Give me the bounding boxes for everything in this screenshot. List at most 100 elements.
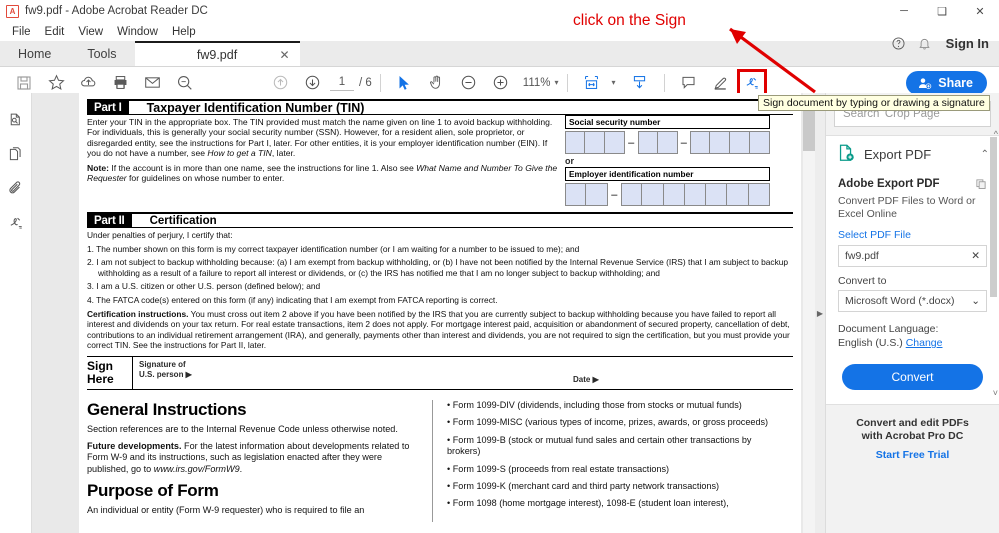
document-language-value: English (U.S.) [838,337,903,349]
pages-icon[interactable] [0,137,31,171]
future-developments-url[interactable]: www.irs.gov/FormW9 [154,464,240,474]
export-pdf-header[interactable]: Export PDF ⌃ [826,136,999,172]
zoom-dropdown-caret-icon[interactable]: ▾ [555,78,559,87]
future-developments: Future developments. For the latest info… [87,441,418,475]
selected-file-input[interactable]: fw9.pdf ✕ [838,245,987,267]
tab-home[interactable]: Home [0,41,69,66]
panel-collapse-handle[interactable]: ▶ [815,93,825,533]
page-fit-caret-icon[interactable]: ▾ [612,78,616,87]
copy-icon[interactable] [975,178,987,193]
panel-scroll-down-icon[interactable]: ˅ [993,388,998,398]
pdf-page: Part I Taxpayer Identification Number (T… [79,93,801,533]
help-icon[interactable] [886,36,912,51]
ssn-cell[interactable] [585,131,605,154]
ssn-dash: – [628,136,635,149]
share-button-label: Share [938,76,973,90]
part1-note: Note: If the account is in more than one… [87,163,559,184]
part1-content: Enter your TIN in the appropriate box. T… [87,115,793,206]
tab-tools[interactable]: Tools [69,41,134,66]
ein-cell[interactable] [642,183,664,206]
ein-cell[interactable] [586,183,608,206]
ein-cell[interactable] [684,183,707,206]
ein-cell[interactable] [748,183,770,206]
menu-item-view[interactable]: View [71,25,110,39]
purpose-of-form-text: An individual or entity (Form W-9 reques… [87,504,365,515]
sign-icon[interactable] [0,205,31,239]
forms-list-item: • Form 1099-S (proceeds from real estate… [447,463,670,474]
page-navigation: / 6 [330,74,372,91]
select-pdf-file-link[interactable]: Select PDF File [838,229,987,241]
document-language: Document Language: English (U.S.) Change [838,322,987,350]
or-separator: or [565,156,574,166]
general-instructions-p1: Section references are to the Internal R… [87,423,398,434]
page-number-input[interactable] [330,74,354,91]
ssn-cell[interactable] [604,131,625,154]
sign-in-button[interactable]: Sign In [946,36,989,51]
ssn-cell[interactable] [690,131,711,154]
part2-item-1: 1. The number shown on this form is my c… [87,243,580,254]
panel-scrollbar-thumb[interactable] [990,137,997,297]
menu-item-file[interactable]: File [5,25,38,39]
ssn-dash-2: – [680,136,687,149]
date-label: Date ▶ [573,374,599,384]
ssn-cell[interactable] [730,131,751,154]
part2-title: Certification [149,214,217,227]
share-button[interactable]: Share [906,71,987,95]
close-tab-icon[interactable]: ✕ [279,48,289,62]
export-pdf-card: Export PDF ⌃ Adobe Export PDF Convert PD… [826,129,999,405]
clear-file-icon[interactable]: ✕ [971,250,980,262]
maximize-button[interactable]: ❑ [923,0,961,22]
export-pdf-title: Export PDF [864,146,932,162]
ssn-cell[interactable] [565,131,586,154]
page-thumbnails-icon[interactable] [0,103,31,137]
bell-icon[interactable] [912,36,938,51]
workspace: Part I Taxpayer Identification Number (T… [0,93,999,533]
close-button[interactable]: ✕ [961,0,999,22]
minimize-button[interactable]: ─ [885,0,923,22]
document-viewport[interactable]: Part I Taxpayer Identification Number (T… [32,93,825,533]
ssn-field-label: Social security number [565,115,770,129]
start-free-trial-link[interactable]: Start Free Trial [836,449,989,461]
forms-list-item: • Form 1098 (home mortgage interest), 10… [447,498,729,509]
ssn-cell[interactable] [657,131,678,154]
part2-header: Part II Certification [87,212,793,228]
adobe-export-pdf-title-text: Adobe Export PDF [838,178,940,190]
part1-note-end: for guidelines on whose number to enter. [126,173,285,184]
ssn-cell[interactable] [637,131,658,154]
document-scrollbar[interactable] [803,93,815,533]
ssn-input-row: – – [565,131,770,154]
ein-input-row: – [565,183,770,206]
future-developments-label: Future developments. [87,441,182,452]
attachment-icon[interactable] [0,171,31,205]
part1-paragraph-text: Enter your TIN in the appropriate box. T… [87,117,553,158]
certification-instructions-text: You must cross out item 2 above if you h… [87,308,790,351]
part1-note-text: If the account is in more than one name,… [108,163,417,174]
menu-item-window[interactable]: Window [110,25,165,39]
acrobat-reader-window: A fw9.pdf - Adobe Acrobat Reader DC ─ ❑ … [0,0,999,533]
convert-to-label: Convert to [838,275,887,287]
signature-field[interactable]: Signature of U.S. person ▶ Date ▶ [133,357,793,389]
ein-dash: – [611,188,618,201]
menu-item-help[interactable]: Help [165,25,203,39]
change-language-link[interactable]: Change [906,337,943,349]
ein-cell[interactable] [727,183,749,206]
panel-scrollbar[interactable] [990,137,997,387]
ssn-cell[interactable] [710,131,731,154]
ein-cell[interactable] [663,183,685,206]
part1-paragraph-end: , later. [271,147,296,158]
tab-document[interactable]: fw9.pdf ✕ [134,41,300,66]
ein-cell[interactable] [621,183,643,206]
convert-button[interactable]: Convert [842,364,983,390]
chevron-up-icon[interactable]: ⌃ [981,149,989,160]
chevron-down-icon[interactable]: ⌄ [971,295,980,307]
part1-paragraph: Enter your TIN in the appropriate box. T… [87,117,559,158]
future-developments-end: . [239,463,243,474]
zoom-level-label[interactable]: 111% [523,77,551,89]
export-pdf-body: Adobe Export PDF Convert PDF Files to Wo… [826,172,999,404]
ssn-cell[interactable] [750,131,770,154]
ein-cell[interactable] [565,183,587,206]
convert-to-select[interactable]: Microsoft Word (*.docx) ⌄ [838,290,987,312]
ein-cell[interactable] [706,183,728,206]
menu-item-edit[interactable]: Edit [38,25,72,39]
convert-to-value: Microsoft Word (*.docx) [845,295,955,307]
